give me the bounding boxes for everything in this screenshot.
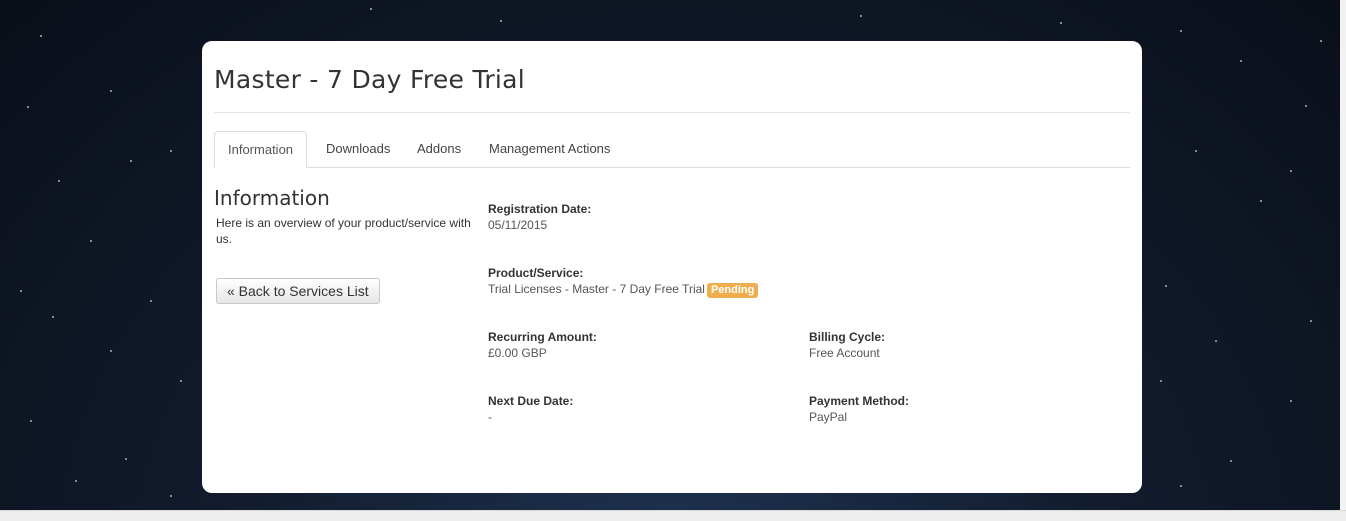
- scrollbar-track[interactable]: [1340, 0, 1346, 510]
- tab-management-actions[interactable]: Management Actions: [476, 131, 623, 166]
- tab-addons[interactable]: Addons: [404, 131, 474, 166]
- registration-date-value: 05/11/2015: [488, 218, 548, 232]
- next-due-date-value: -: [488, 410, 492, 424]
- payment-method-value: PayPal: [809, 410, 848, 424]
- tab-bar: Information Downloads Addons Management …: [214, 131, 1130, 168]
- back-to-services-button[interactable]: « Back to Services List: [216, 278, 380, 304]
- recurring-amount-field: Recurring Amount: £0.00 GBP: [488, 329, 597, 361]
- registration-date-label: Registration Date:: [488, 202, 592, 216]
- tab-downloads[interactable]: Downloads: [313, 131, 403, 166]
- section-heading: Information: [214, 186, 330, 210]
- product-service-value-row: Trial Licenses - Master - 7 Day Free Tri…: [488, 281, 759, 298]
- next-due-date-field: Next Due Date: -: [488, 393, 573, 425]
- registration-date-field: Registration Date: 05/11/2015: [488, 201, 591, 233]
- product-service-value: Trial Licenses - Master - 7 Day Free Tri…: [488, 282, 705, 296]
- product-service-field: Product/Service: Trial Licenses - Master…: [488, 265, 759, 298]
- payment-method-label: Payment Method:: [809, 394, 910, 408]
- billing-cycle-label: Billing Cycle:: [809, 330, 886, 344]
- section-description: Here is an overview of your product/serv…: [216, 216, 471, 246]
- product-service-label: Product/Service:: [488, 266, 584, 280]
- next-due-date-label: Next Due Date:: [488, 394, 574, 408]
- page-title: Master - 7 Day Free Trial: [214, 65, 526, 94]
- payment-method-field: Payment Method: PayPal: [809, 393, 909, 425]
- page-footer-strip: [0, 510, 1346, 521]
- title-divider: [214, 112, 1130, 113]
- billing-cycle-field: Billing Cycle: Free Account: [809, 329, 885, 361]
- recurring-amount-label: Recurring Amount:: [488, 330, 597, 344]
- tab-information[interactable]: Information: [214, 131, 308, 168]
- service-details-panel: Master - 7 Day Free Trial Information Do…: [202, 41, 1142, 493]
- status-badge: Pending: [706, 283, 759, 298]
- recurring-amount-value: £0.00 GBP: [488, 346, 547, 360]
- billing-cycle-value: Free Account: [809, 346, 880, 360]
